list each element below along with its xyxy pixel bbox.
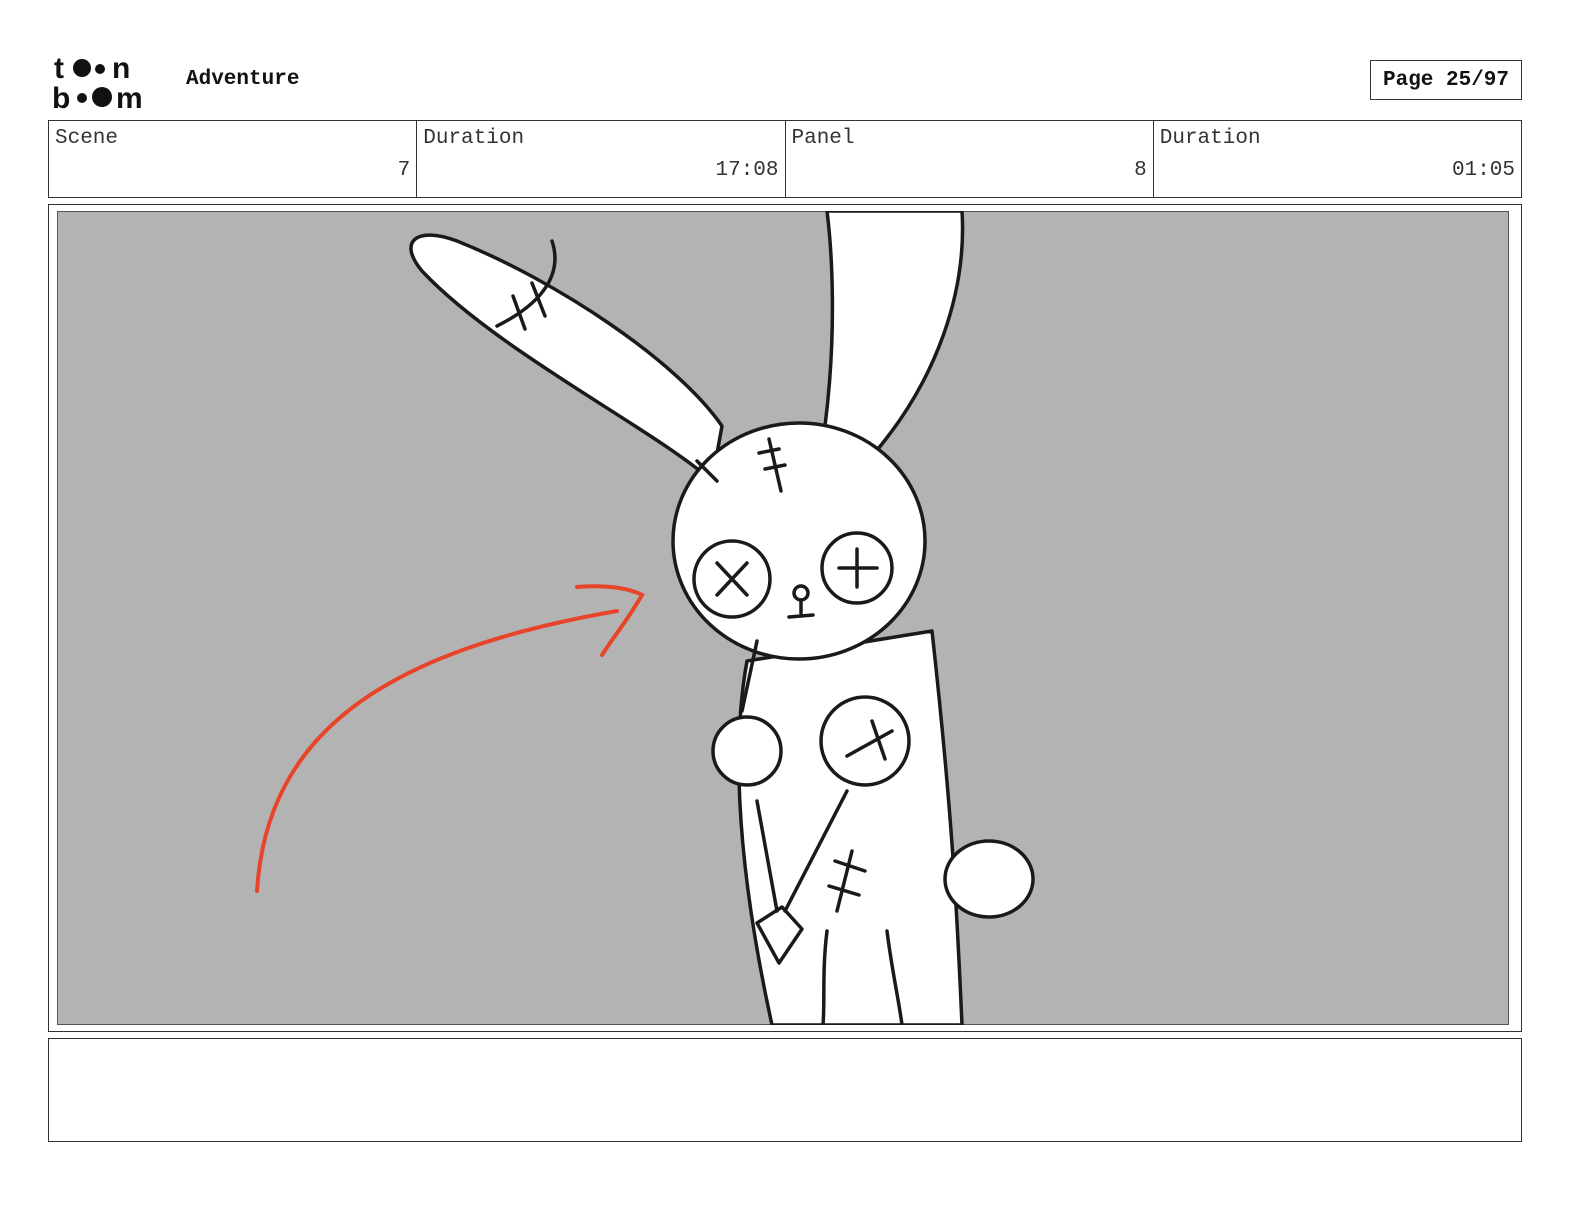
scene-cell: Scene 7 — [49, 121, 418, 197]
toonboom-logo: t n b m — [52, 52, 143, 112]
bunny-head — [671, 421, 927, 661]
panel-cell: Panel 8 — [786, 121, 1154, 197]
panel-value: 8 — [1134, 159, 1147, 182]
scene-duration-cell: Duration 17:08 — [417, 121, 786, 197]
bunny-left-paw — [711, 715, 783, 787]
storyboard-panel[interactable] — [48, 204, 1522, 1032]
scene-value: 7 — [397, 159, 411, 182]
scene-duration-label: Duration — [423, 127, 525, 150]
panel-drawing — [57, 211, 1509, 1025]
bunny-tail — [943, 839, 1035, 919]
svg-text:n: n — [112, 52, 130, 85]
svg-text:b: b — [52, 82, 70, 112]
page-number-label: Page 25/97 — [1382, 68, 1510, 92]
panel-duration-label: Duration — [1159, 127, 1261, 150]
bunny-right-paw — [819, 695, 911, 787]
panel-duration-cell: Duration 01:05 — [1154, 121, 1521, 197]
svg-text:m: m — [116, 82, 143, 112]
scene-info-table: Scene 7 Duration 17:08 Panel 8 Duration … — [48, 120, 1522, 198]
scene-duration-value: 17:08 — [715, 159, 779, 182]
scene-label: Scene — [55, 127, 119, 150]
panel-label: Panel — [791, 127, 855, 150]
svg-text:t: t — [54, 52, 64, 85]
bunny-body — [737, 629, 964, 1025]
project-title: Adventure — [186, 68, 300, 91]
page-number: Page 25/97 — [1370, 60, 1522, 100]
panel-notes[interactable] — [48, 1038, 1522, 1142]
panel-duration-value: 01:05 — [1451, 159, 1515, 182]
